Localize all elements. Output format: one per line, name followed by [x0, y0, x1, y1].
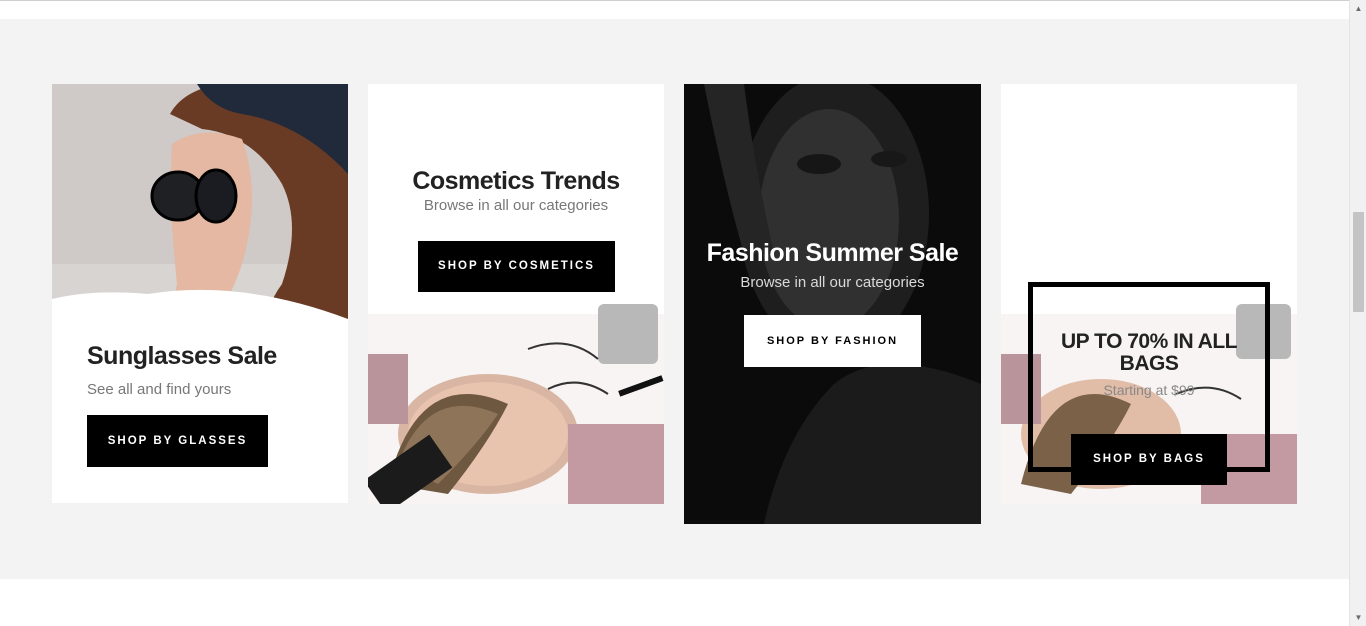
shop-by-cosmetics-button[interactable]: SHOP BY COSMETICS [418, 241, 615, 292]
card-title: Fashion Summer Sale [706, 239, 959, 267]
card-title: Sunglasses Sale [87, 342, 277, 370]
card-title: UP TO 70% IN ALL BAGS [1061, 330, 1238, 375]
card-subtitle: Browse in all our categories [423, 197, 609, 214]
promo-card-fashion[interactable]: Fashion Summer Sale Browse in all our ca… [684, 84, 981, 524]
scroll-up-arrow-icon[interactable]: ▲ [1350, 0, 1366, 17]
fashion-portrait-image [684, 84, 981, 524]
promo-card-sunglasses[interactable]: Sunglasses Sale See all and find yours S… [52, 84, 348, 503]
scroll-down-arrow-icon[interactable]: ▼ [1350, 609, 1366, 626]
promo-card-bags[interactable]: UP TO 70% IN ALL BAGS Starting at $99 SH… [1001, 84, 1297, 504]
shop-by-fashion-button[interactable]: SHOP BY FASHION [744, 315, 921, 367]
cosmetics-brush-image [368, 304, 664, 504]
shop-by-bags-button[interactable]: SHOP BY BAGS [1071, 434, 1227, 485]
card-subtitle: See all and find yours [87, 381, 232, 398]
page-scrollbar[interactable]: ▲ ▼ [1349, 0, 1366, 626]
card-subtitle: Starting at $99 [1103, 382, 1195, 398]
promo-card-cosmetics[interactable]: Cosmetics Trends Browse in all our categ… [368, 84, 664, 504]
shop-by-glasses-button[interactable]: SHOP BY GLASSES [87, 415, 268, 467]
card-subtitle: Browse in all our categories [740, 274, 925, 291]
card-title: Cosmetics Trends [412, 167, 620, 195]
bottom-page-strip [0, 579, 1349, 626]
top-page-strip [0, 0, 1349, 19]
scrollbar-thumb[interactable] [1353, 212, 1364, 312]
